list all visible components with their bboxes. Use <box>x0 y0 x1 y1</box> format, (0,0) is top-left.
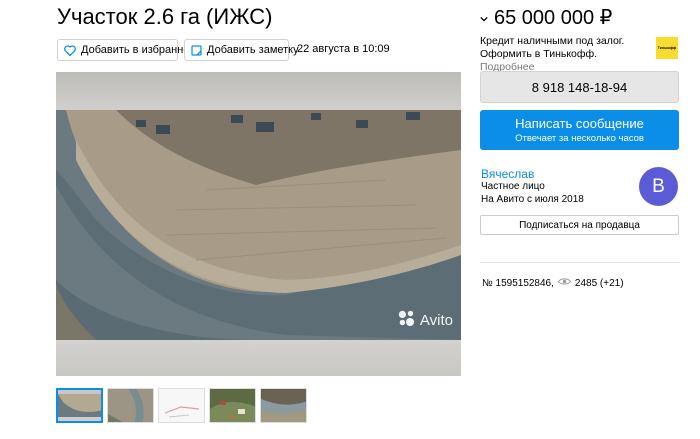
credit-offer-line1: Кредит наличными под залог. <box>480 35 625 47</box>
avito-logo-icon <box>397 309 415 331</box>
price: 65 000 000 ₽ <box>480 5 612 30</box>
credit-offer-line2: Оформить в Тинькофф. <box>480 48 598 60</box>
seller-since: На Авито с июля 2018 <box>481 194 584 205</box>
add-note-label: Добавить заметку <box>207 44 299 56</box>
listing-date: 22 августа в 10:09 <box>297 43 390 55</box>
subscribe-seller-button[interactable]: Подписаться на продавца <box>480 215 679 235</box>
write-message-button[interactable]: Написать сообщение Отвечает за несколько… <box>480 110 679 150</box>
show-phone-button[interactable]: 8 918 148-18-94 <box>480 71 679 103</box>
listing-stats: № 1595152846, 2485 (+21) <box>482 277 624 289</box>
views-count: 2485 (+21) <box>574 277 624 289</box>
thumbnail[interactable] <box>107 388 154 423</box>
credit-offer: Кредит наличными под залог. Оформить в Т… <box>480 35 650 74</box>
response-time-label: Отвечает за несколько часов <box>515 133 644 144</box>
eye-icon <box>557 277 572 289</box>
seller-name-link[interactable]: Вячеслав <box>481 167 534 181</box>
seller-type: Частное лицо <box>481 181 545 192</box>
avatar[interactable]: В <box>639 167 678 206</box>
phone-number: 8 918 148-18-94 <box>531 79 628 95</box>
thumbnail[interactable] <box>158 388 205 423</box>
price-value: 65 000 000 ₽ <box>494 7 613 29</box>
gallery-top-band <box>56 72 461 110</box>
tinkoff-logo[interactable]: Тинькофф <box>656 37 678 59</box>
add-to-favorites-button[interactable]: Добавить в избранное <box>57 39 196 61</box>
subscribe-seller-label: Подписаться на продавца <box>519 219 640 231</box>
add-to-favorites-label: Добавить в избранное <box>81 44 196 56</box>
thumbnail-strip <box>56 388 307 423</box>
main-photo <box>56 110 461 340</box>
heart-icon <box>64 44 76 56</box>
page-title: Участок 2.6 га (ИЖС) <box>57 4 273 29</box>
photo-gallery[interactable]: Avito <box>56 72 461 376</box>
thumbnail[interactable] <box>260 388 307 423</box>
divider <box>480 262 679 263</box>
tinkoff-logo-text: Тинькофф <box>657 46 677 50</box>
write-message-label: Написать сообщение <box>515 116 644 131</box>
avatar-letter: В <box>652 175 665 197</box>
note-icon <box>191 44 202 56</box>
price-dropdown-chevron-icon[interactable] <box>480 9 488 27</box>
thumbnail[interactable] <box>56 388 103 423</box>
avito-watermark-text: Avito <box>419 311 453 329</box>
add-note-button[interactable]: Добавить заметку <box>184 39 299 61</box>
avito-watermark: Avito <box>397 309 453 331</box>
item-id: № 1595152846, <box>482 277 554 289</box>
gallery-bottom-band <box>56 340 461 376</box>
thumbnail[interactable] <box>209 388 256 423</box>
